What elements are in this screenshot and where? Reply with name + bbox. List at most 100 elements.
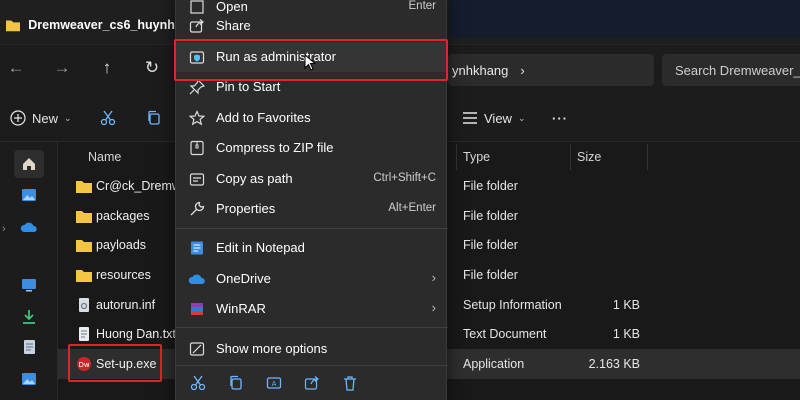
file-type: File folder [463,179,518,193]
menu-item-share[interactable]: Share [176,11,448,41]
folder-icon [6,20,21,32]
folder-icon [76,270,92,282]
view-button[interactable]: View ⌄ [462,106,526,130]
menu-separator [176,365,448,366]
chevron-down-icon: ⌄ [64,112,72,123]
list-view-icon [463,112,477,124]
file-type: File folder [463,268,518,282]
menu-separator [176,228,448,229]
expand-chevron-icon[interactable]: › [2,223,6,235]
file-name: resources [96,268,151,282]
up-arrow-icon[interactable]: ↑ [97,58,117,78]
cut-button[interactable] [100,106,116,130]
downloads-icon[interactable] [18,306,40,328]
home-icon[interactable] [18,153,40,175]
svg-text:A: A [272,380,277,388]
column-header-type[interactable]: Type [463,150,490,164]
copy-path-icon [188,170,206,188]
file-size: 1 KB [612,327,640,341]
new-button[interactable]: New ⌄ [10,106,72,130]
file-name: payloads [96,238,147,252]
menu-item-label: WinRAR [216,301,266,316]
file-size: 2.163 KB [588,357,640,371]
menu-item-shortcut: Alt+Enter [388,202,436,214]
more-options-icon[interactable]: ··· [552,106,568,130]
more-options-icon [188,340,206,358]
chevron-down-icon: ⌄ [517,112,526,123]
text-file-icon [79,327,89,341]
menu-item-properties[interactable]: Properties Alt+Enter [176,194,448,224]
delete-icon[interactable] [341,374,359,392]
column-divider[interactable] [647,144,648,170]
folder-icon [76,240,92,252]
file-type: Application [463,357,525,371]
copy-icon[interactable] [227,374,245,392]
file-type: Text Document [463,327,547,341]
menu-item-compress-zip[interactable]: Compress to ZIP file [176,133,448,163]
menu-item-label: Pin to Start [216,79,281,94]
settings-file-icon [79,298,89,312]
menu-item-label: Copy as path [216,171,293,186]
menu-item-label: Properties [216,201,276,216]
onedrive-icon[interactable] [18,216,40,238]
search-input[interactable]: Search Dremweaver_c [662,54,800,86]
share-icon [188,17,206,35]
chevron-right-icon: › [431,300,436,315]
column-divider[interactable] [570,144,571,170]
star-icon [188,109,206,127]
documents-icon[interactable] [18,336,40,358]
menu-item-label: Compress to ZIP file [216,140,334,155]
copy-button[interactable] [146,106,162,130]
desktop-icon[interactable] [18,274,40,296]
gallery-icon[interactable] [18,184,40,206]
menu-item-shortcut: Ctrl+Shift+C [373,172,436,184]
menu-item-label: Share [216,18,251,33]
share-icon[interactable] [303,374,321,392]
menu-item-add-to-favorites[interactable]: Add to Favorites [176,103,448,133]
file-name: autorun.inf [96,298,156,312]
file-name: packages [96,209,150,223]
menu-item-show-more-options[interactable]: Show more options [176,334,448,364]
new-button-label: New [32,110,59,126]
scissors-icon [100,110,116,126]
navigation-pane: › [0,142,58,400]
refresh-icon[interactable]: ↻ [142,58,162,78]
view-button-label: View [484,110,512,126]
plus-circle-icon [10,110,26,126]
folder-icon [76,211,92,223]
wrench-icon [188,200,206,218]
window-tab[interactable]: Dremweaver_cs6_huynhkha [0,8,178,42]
menu-item-copy-as-path[interactable]: Copy as path Ctrl+Shift+C [176,164,448,194]
column-header-size[interactable]: Size [577,150,601,164]
chevron-right-icon[interactable]: › [520,63,524,78]
forward-arrow-icon[interactable]: → [52,58,72,78]
chevron-right-icon: › [431,270,436,285]
winrar-icon [188,300,206,318]
menu-item-label: Show more options [216,341,328,356]
folder-icon [76,181,92,193]
breadcrumb[interactable]: ynhkhang › [448,54,654,86]
column-divider[interactable] [456,144,457,170]
copy-icon [148,110,160,125]
onedrive-icon [188,270,206,288]
file-type: File folder [463,238,518,252]
rename-icon[interactable]: A [265,374,283,392]
column-header-name[interactable]: Name [88,150,121,164]
pictures-icon[interactable] [18,368,40,390]
file-type: Setup Information [463,298,562,312]
window-title: Dremweaver_cs6_huynhkha [28,18,178,32]
notepad-icon [188,239,206,257]
breadcrumb-folder[interactable]: ynhkhang [452,63,508,78]
title-bar-background [450,0,800,38]
zip-icon [188,139,206,157]
back-arrow-icon[interactable]: ← [6,58,26,78]
menu-separator [176,327,448,328]
menu-item-edit-in-notepad[interactable]: Edit in Notepad [176,233,448,263]
menu-item-onedrive[interactable]: OneDrive › [176,264,448,294]
highlight-box-run-as-admin [174,39,448,81]
cut-icon[interactable] [189,374,207,392]
menu-item-label: Add to Favorites [216,110,311,125]
highlight-box-file [68,344,162,382]
menu-item-label: Edit in Notepad [216,240,305,255]
menu-item-winrar[interactable]: WinRAR › [176,294,448,324]
